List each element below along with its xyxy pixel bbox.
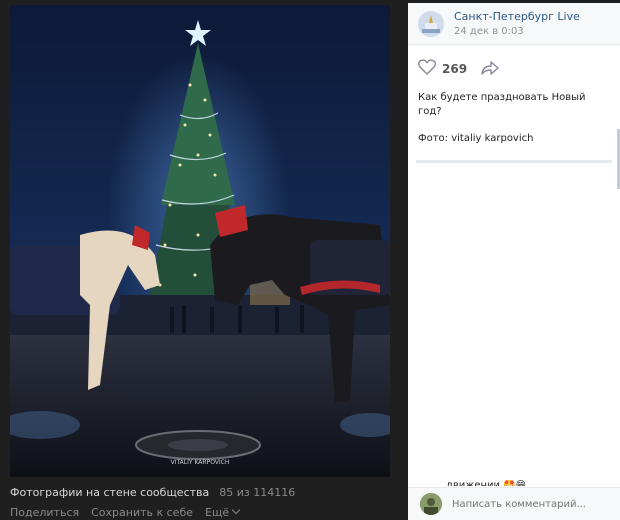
- save-button[interactable]: Сохранить к себе: [91, 506, 193, 519]
- post-question: Как будете праздновать Новый год?: [418, 92, 586, 117]
- post-header: Санкт-Петербург Live 24 дек в 0:03: [408, 3, 620, 45]
- community-name[interactable]: Санкт-Петербург Live: [454, 10, 580, 23]
- comment-text-partial: движении 🤩😁: [446, 480, 527, 486]
- like-count: 269: [442, 62, 468, 76]
- photo-viewer: VITALIY KARPOVICH Фотографии на стене со…: [0, 0, 620, 520]
- photo-footer: Фотографии на стене сообщества 85 из 114…: [10, 486, 400, 519]
- post-date[interactable]: 24 дек в 0:03: [454, 26, 580, 37]
- comment-bar: [408, 487, 620, 520]
- share-icon[interactable]: [481, 60, 499, 79]
- photo-credit: Фото: vitaliy karpovich: [418, 133, 534, 144]
- more-label: Ещё: [205, 506, 230, 519]
- user-avatar: [420, 493, 442, 515]
- post-sidebar: Санкт-Петербург Live 24 дек в 0:03 269 К…: [408, 3, 620, 520]
- divider: [416, 159, 612, 163]
- community-avatar[interactable]: [418, 10, 444, 37]
- heart-icon[interactable]: [418, 59, 436, 79]
- share-button[interactable]: Поделиться: [10, 506, 79, 519]
- chevron-down-icon: [231, 505, 241, 515]
- comment-input[interactable]: [452, 498, 612, 510]
- post-text: Как будете праздновать Новый год? Фото: …: [408, 85, 620, 146]
- post-actions: 269: [408, 45, 620, 85]
- watermark-text: VITALIY KARPOVICH: [171, 459, 230, 466]
- album-link[interactable]: Фотографии на стене сообщества: [10, 486, 209, 499]
- photo-counter: 85 из 114116: [219, 486, 296, 499]
- photo[interactable]: VITALIY KARPOVICH: [10, 5, 390, 477]
- more-button[interactable]: Ещё: [205, 505, 241, 519]
